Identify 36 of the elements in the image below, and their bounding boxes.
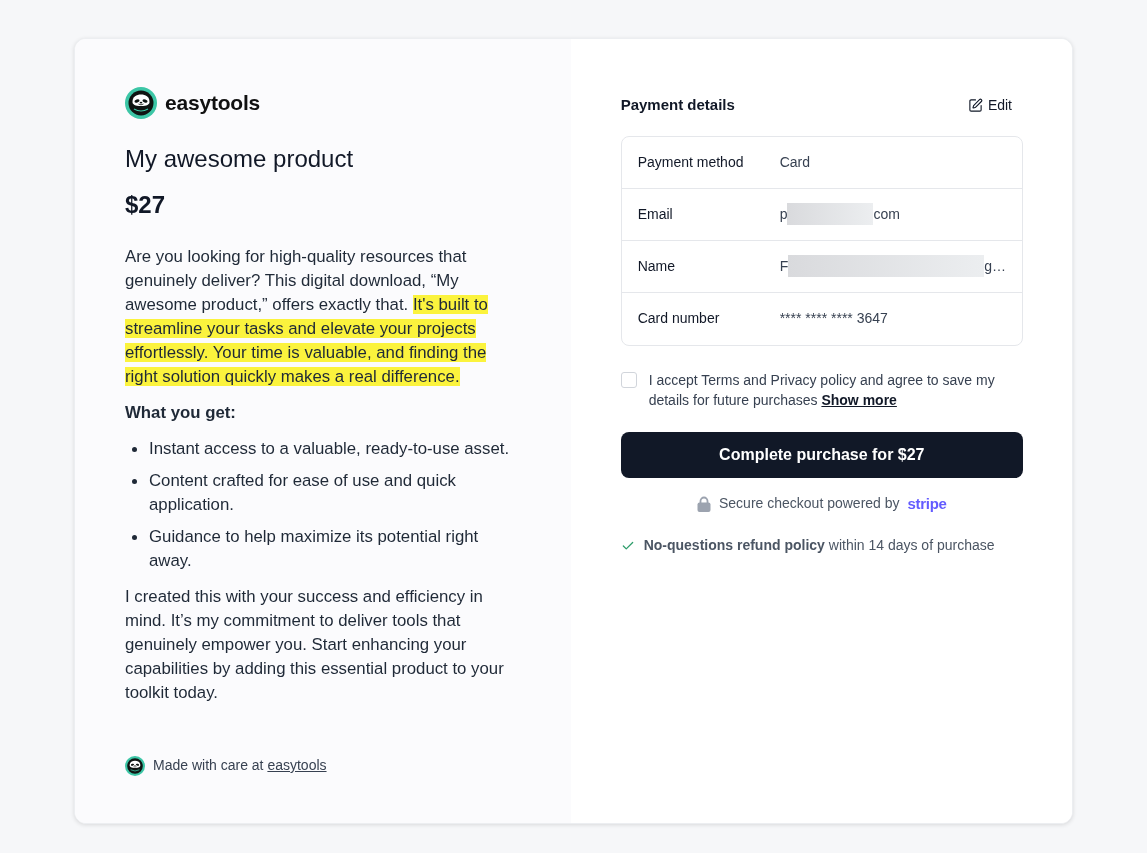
- list-heading: What you get:: [125, 402, 237, 424]
- detail-label: Payment method: [637, 152, 745, 172]
- lock-icon: [697, 495, 711, 512]
- product-title: My awesome product: [125, 144, 355, 174]
- brand-logo-icon: [125, 755, 145, 776]
- detail-value: **** **** **** 3647: [779, 309, 888, 328]
- edit-button[interactable]: Edit: [967, 94, 1023, 116]
- secure-checkout-text: Secure checkout powered by: [719, 494, 900, 514]
- product-price: $27: [125, 190, 167, 220]
- closing-paragraph: I created this with your success and efficiency in mind. It’s my commitment to deliver tools that genuinely empower you. Start enhancing your capabilities by adding this essential product to your toolkit today.: [125, 586, 505, 704]
- brand-logo-icon: [125, 87, 157, 119]
- bullet-icon: [132, 447, 137, 452]
- show-more-link[interactable]: Show more: [821, 391, 897, 408]
- list-item: Instant access to a valuable, ready-to-use asset.: [149, 438, 510, 460]
- detail-value: p: [779, 204, 788, 224]
- bullet-icon: [132, 535, 137, 540]
- bullet-icon: [132, 479, 137, 484]
- detail-value: com: [873, 204, 900, 224]
- list-item: Content crafted for ease of use and quick application.: [149, 470, 457, 516]
- detail-value: g…: [984, 256, 1006, 276]
- brand-name: easytools: [165, 90, 261, 117]
- detail-value: Card: [779, 152, 810, 172]
- list-item: Guidance to help maximize its potential right away.: [149, 526, 480, 572]
- section-title: Payment details: [620, 95, 735, 115]
- consent-text: I accept Terms and Privacy policy and agree to save my details for future purchases Show more: [648, 370, 996, 410]
- footer-link[interactable]: easytools: [267, 757, 327, 773]
- refund-note: No-questions refund policy within 14 days of purchase: [643, 536, 995, 555]
- footer-text: Made with care at easytools: [153, 756, 327, 775]
- stripe-logo: stripe: [907, 493, 947, 514]
- detail-label: Email: [637, 204, 674, 224]
- detail-label: Card number: [637, 309, 721, 328]
- consent-checkbox[interactable]: [620, 371, 637, 388]
- purchase-button[interactable]: Complete purchase for $27: [620, 431, 1023, 478]
- detail-value: F: [779, 256, 789, 276]
- detail-label: Name: [637, 256, 676, 276]
- edit-icon: [967, 97, 983, 113]
